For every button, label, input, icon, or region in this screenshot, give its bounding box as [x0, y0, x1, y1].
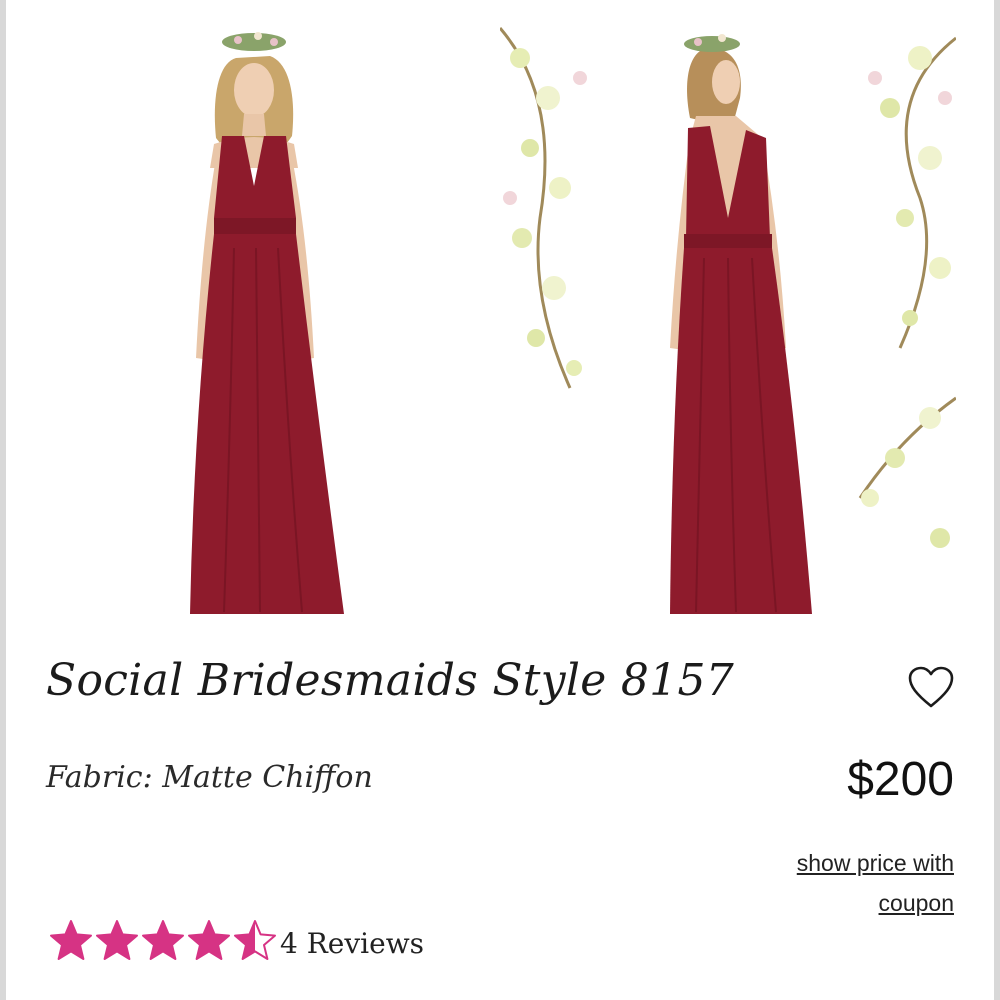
dress-front-illustration [18, 18, 474, 624]
product-gallery [6, 0, 994, 640]
favorite-button[interactable] [906, 664, 956, 710]
heart-outline-icon[interactable] [906, 664, 956, 710]
product-title: Social Bridesmaids Style 8157 [46, 655, 735, 706]
product-rating[interactable]: 4 Reviews [48, 918, 424, 968]
dress-back-illustration [500, 18, 956, 624]
star-icon [96, 919, 138, 960]
reviews-link[interactable]: 4 Reviews [280, 927, 424, 960]
product-page: Social Bridesmaids Style 8157 Fabric: Ma… [6, 0, 994, 1000]
product-price: $200 [847, 753, 954, 806]
product-image-back[interactable] [500, 18, 956, 624]
star-icon [188, 919, 230, 960]
star-rating [48, 918, 278, 969]
product-fabric: Fabric: Matte Chiffon [46, 760, 373, 795]
star-icon [234, 919, 276, 960]
product-image-front[interactable] [18, 18, 474, 624]
star-icon [142, 919, 184, 960]
show-price-with-coupon-link[interactable]: show price with coupon [734, 843, 954, 923]
star-icon [50, 919, 92, 960]
